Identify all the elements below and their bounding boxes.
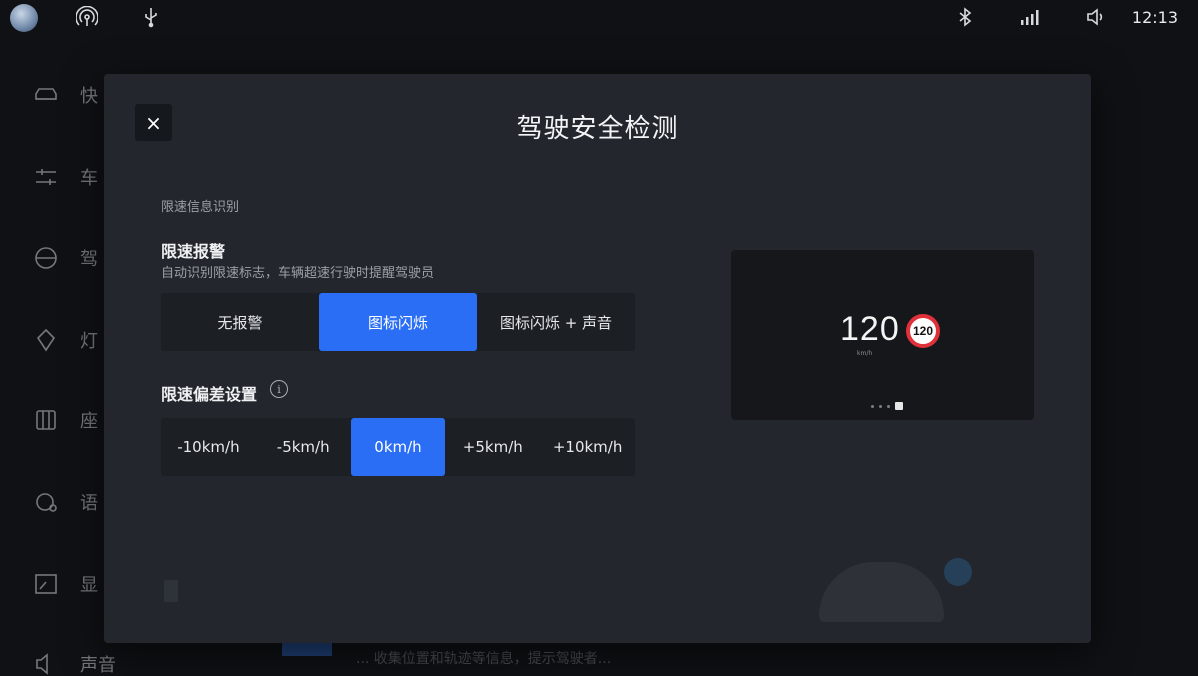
voice-icon [30, 486, 62, 518]
volume-icon[interactable] [1084, 6, 1106, 28]
sliders-icon [30, 161, 62, 193]
steering-wheel-icon [30, 242, 62, 274]
page-dot [871, 404, 874, 408]
alarm-option-icon-flash-sound[interactable]: 图标闪烁 + 声音 [477, 293, 635, 351]
bluetooth-icon [954, 6, 976, 28]
preview-unit: km/h [857, 350, 873, 357]
background-toggle-faded [164, 580, 178, 602]
clock: 12:13 [1131, 8, 1178, 27]
info-icon-glyph: i [277, 382, 281, 396]
status-bar: 12:13 [0, 0, 1198, 38]
display-icon [30, 568, 62, 600]
hotspot-icon[interactable] [76, 6, 98, 28]
sidebar-item-label: 快 [80, 86, 98, 107]
car-icon [30, 79, 62, 111]
sidebar-item-label: 灯 [80, 331, 98, 352]
speed-limit-sign-value: 120 [912, 324, 934, 338]
speed-alarm-description: 自动识别限速标志，车辆超速行驶时提醒驾驶员 [161, 266, 435, 281]
indicator-dot [944, 558, 972, 586]
driving-safety-modal: × 驾驶安全检测 限速信息识别 限速报警 自动识别限速标志，车辆超速行驶时提醒驾… [104, 74, 1091, 643]
offset-option-plus5[interactable]: +5km/h [445, 418, 540, 476]
page-dot [879, 404, 882, 408]
alarm-option-icon-flash[interactable]: 图标闪烁 [319, 293, 477, 351]
sidebar-item-label: 声音 [80, 655, 116, 676]
offset-option-minus10[interactable]: -10km/h [161, 418, 256, 476]
page-dot-active [895, 402, 903, 410]
speed-offset-title: 限速偏差设置 [161, 385, 258, 404]
section-label: 限速信息识别 [161, 200, 240, 215]
signal-icon [1018, 6, 1040, 28]
preview-page-indicator [871, 402, 903, 410]
preview-speed: 120 [840, 310, 900, 348]
car-illustration [819, 562, 944, 622]
speed-limit-preview: 120 km/h 120 [731, 250, 1034, 420]
offset-option-plus10[interactable]: +10km/h [540, 418, 635, 476]
info-icon[interactable]: i [270, 380, 288, 398]
speed-limit-sign-icon: 120 [906, 314, 940, 348]
speed-alarm-selector: 无报警 图标闪烁 图标闪烁 + 声音 [161, 293, 635, 351]
offset-option-minus5[interactable]: -5km/h [256, 418, 351, 476]
alarm-option-none[interactable]: 无报警 [161, 293, 319, 351]
sidebar-item-label: 显 [80, 575, 98, 596]
sidebar-item-label: 座 [80, 411, 98, 432]
speed-offset-selector: -10km/h -5km/h 0km/h +5km/h +10km/h [161, 418, 635, 476]
usb-icon [140, 6, 162, 28]
sound-icon [30, 648, 62, 676]
modal-title: 驾驶安全检测 [516, 114, 679, 144]
sidebar-item-sound[interactable]: 声音 [30, 644, 150, 676]
sidebar-item-label: 语 [80, 493, 98, 514]
seat-icon [30, 404, 62, 436]
offset-option-0[interactable]: 0km/h [350, 418, 446, 476]
avatar[interactable] [10, 4, 38, 32]
page-dot [887, 404, 890, 408]
background-description: ... 收集位置和轨迹等信息，提示驾驶者... [356, 651, 612, 667]
light-icon [30, 324, 62, 356]
sidebar-item-label: 车 [80, 168, 98, 189]
sidebar-item-label: 驾 [80, 249, 98, 270]
speed-alarm-title: 限速报警 [161, 242, 226, 261]
